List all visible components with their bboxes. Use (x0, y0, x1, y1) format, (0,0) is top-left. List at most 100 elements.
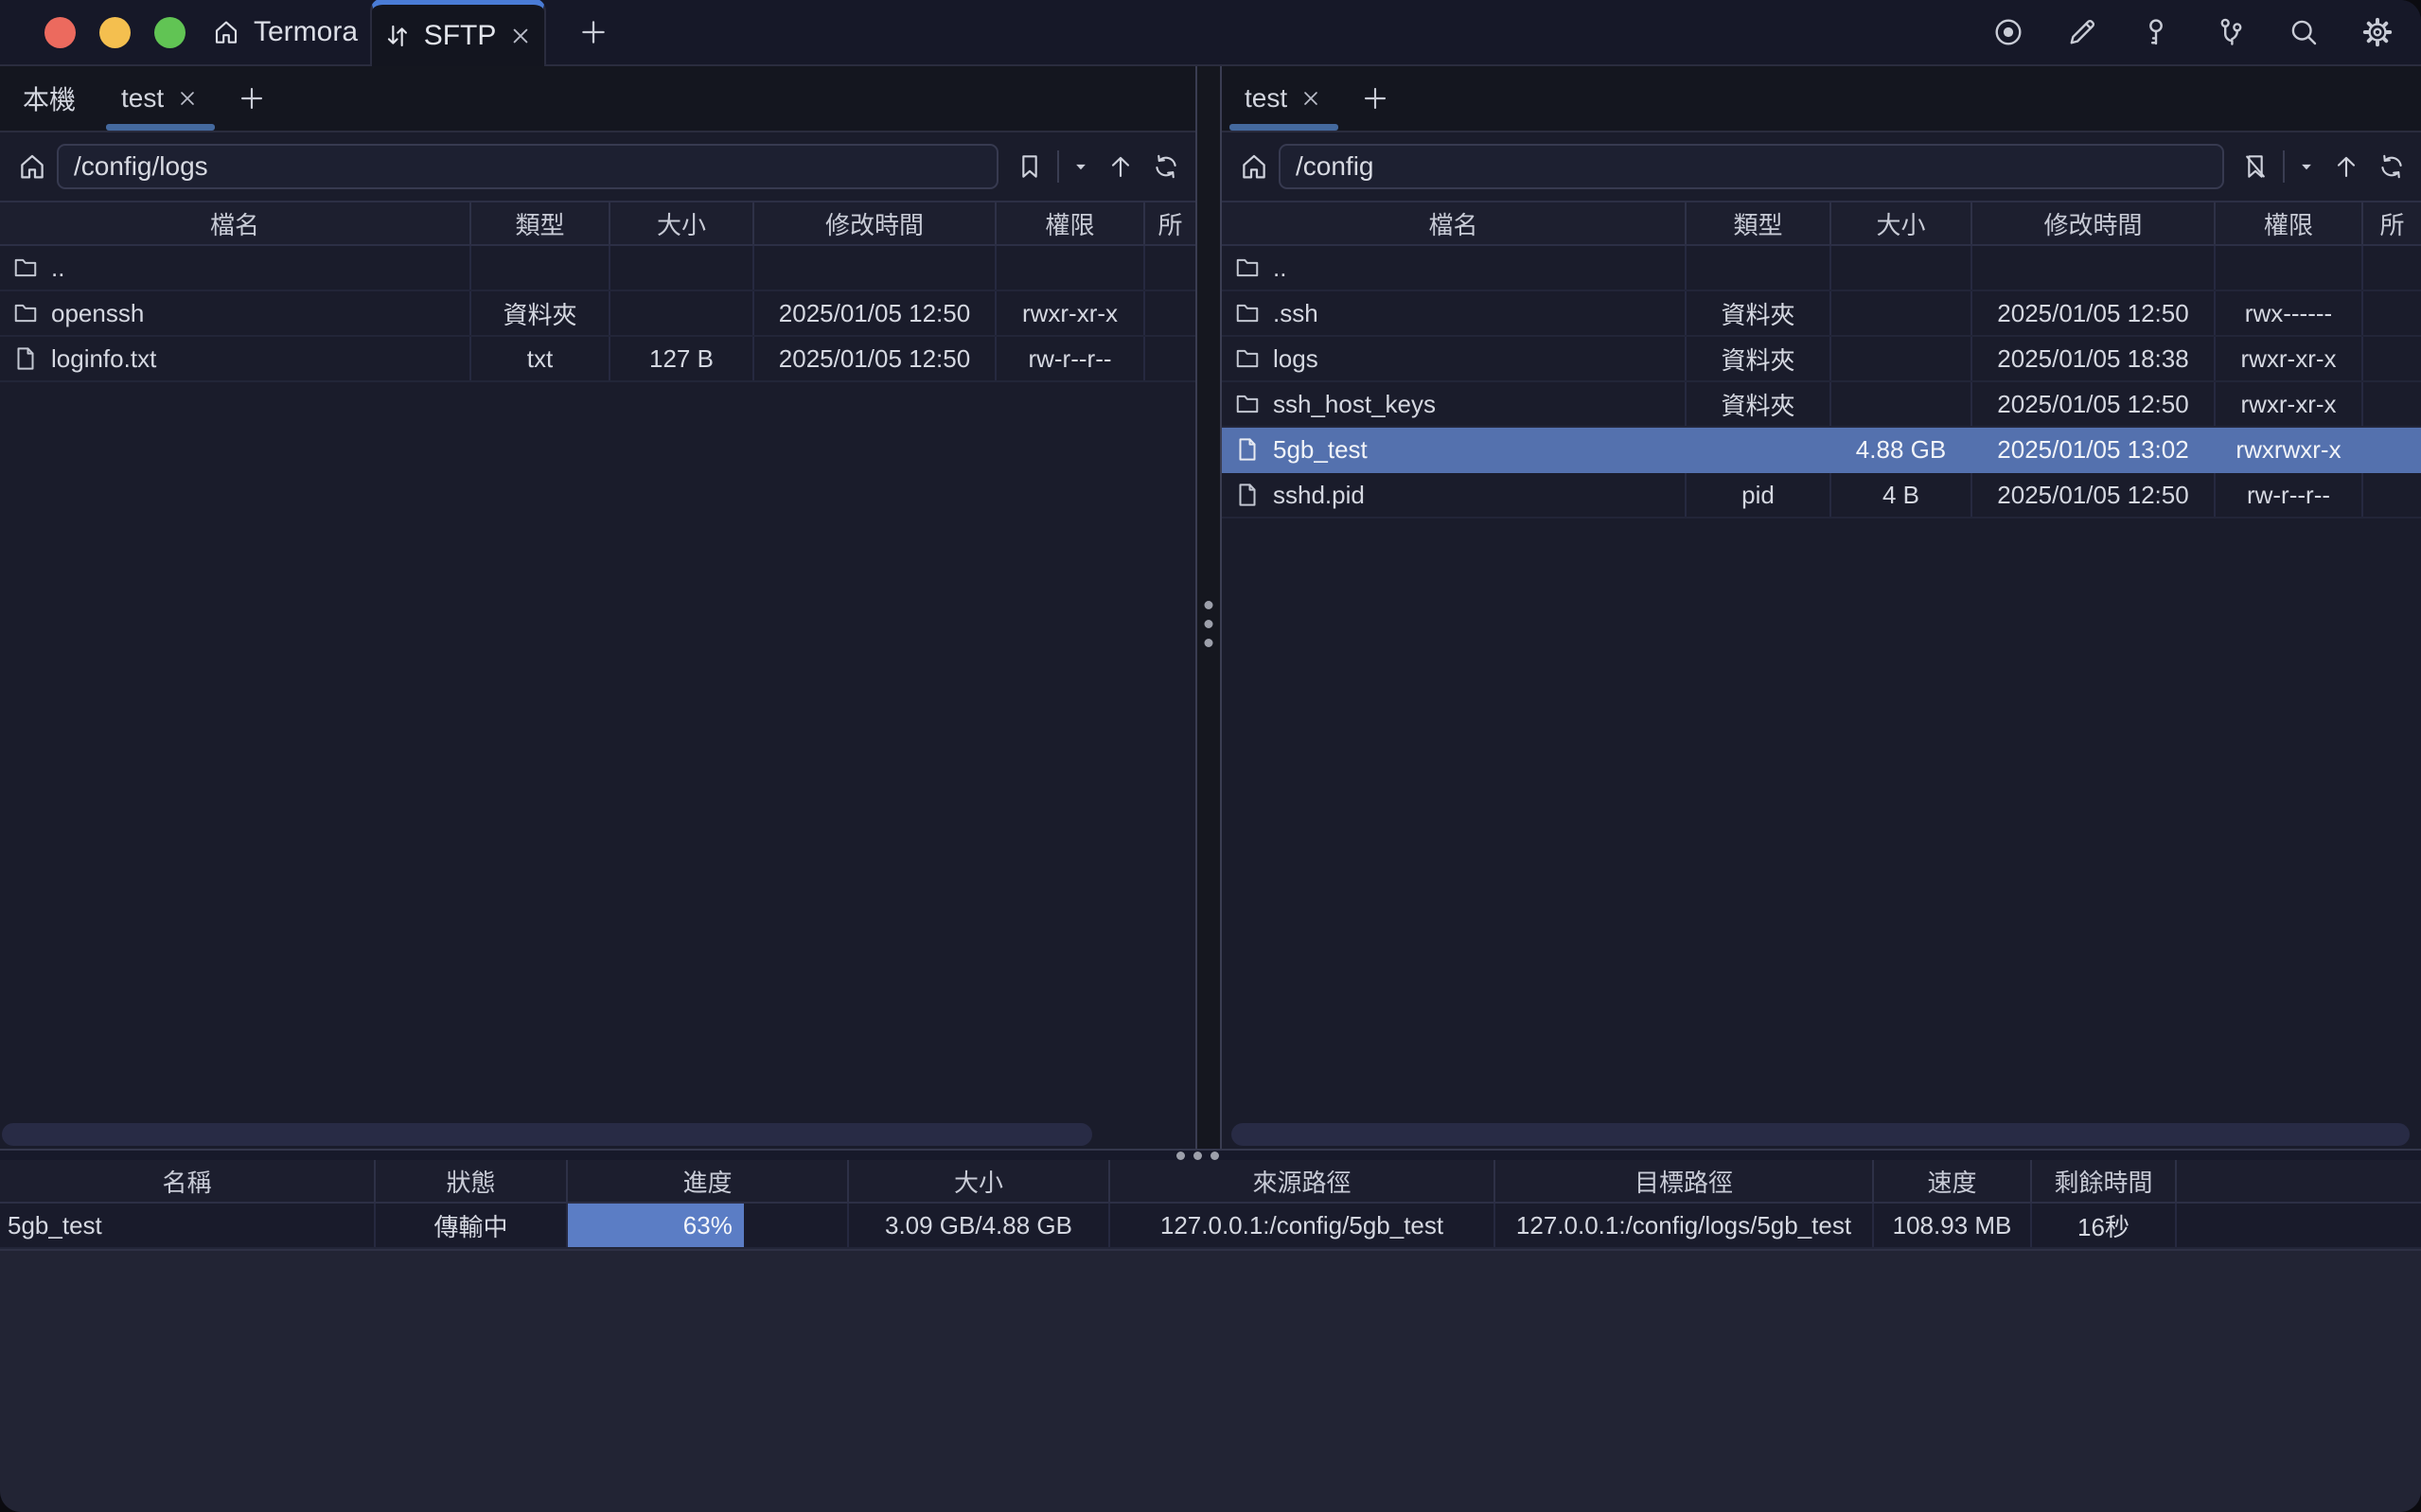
type-cell: 資料夾 (471, 291, 610, 335)
cell-text: 2025/01/05 18:38 (1997, 344, 2188, 374)
left-path-input[interactable] (57, 144, 998, 189)
app-home-tab[interactable]: Termora (211, 16, 358, 48)
bookmark-icon (1015, 151, 1045, 182)
cell-text: 4.88 GB (1856, 435, 1946, 465)
arrow-up-icon (1105, 151, 1136, 182)
key-manager-button[interactable] (2129, 6, 2182, 59)
progress-bar: 63% (568, 1204, 744, 1247)
column-header-1[interactable]: 狀態 (376, 1160, 568, 1202)
right-refresh-button[interactable] (2370, 145, 2413, 188)
permissions-cell (997, 246, 1145, 290)
modified-cell: 2025/01/05 12:50 (1972, 382, 2216, 426)
column-header-0[interactable]: 名稱 (0, 1160, 376, 1202)
cell-text: 傳輸中 (433, 1208, 507, 1243)
right-tab-test[interactable]: test (1222, 66, 1346, 131)
column-header-1[interactable]: 類型 (471, 202, 610, 244)
column-header-5[interactable]: 目標路徑 (1495, 1160, 1874, 1202)
bottom-empty-area (0, 1249, 2421, 1512)
right-add-tab-button[interactable] (1352, 66, 1399, 131)
column-header-4[interactable]: 來源路徑 (1110, 1160, 1495, 1202)
record-button[interactable] (1982, 6, 2035, 59)
left-parent-dir-button[interactable] (1099, 145, 1142, 188)
left-refresh-button[interactable] (1144, 145, 1188, 188)
left-bookmark-button[interactable] (1008, 145, 1051, 188)
left-add-tab-button[interactable] (228, 66, 275, 131)
pane-splitter[interactable] (1195, 66, 1222, 1149)
file-row-..[interactable]: .. (1222, 246, 2421, 291)
right-path-input[interactable] (1279, 144, 2224, 189)
left-scrollbar-thumb[interactable] (2, 1123, 1092, 1146)
column-header-0[interactable]: 檔名 (1222, 202, 1687, 244)
column-header-4[interactable]: 權限 (2216, 202, 2363, 244)
filename-cell: loginfo.txt (0, 337, 471, 380)
edit-button[interactable] (2056, 6, 2109, 59)
column-header-6[interactable]: 速度 (1874, 1160, 2032, 1202)
right-tab-close-icon[interactable] (1299, 86, 1323, 111)
left-tab-local[interactable]: 本機 (0, 66, 98, 131)
cell-text: 修改時間 (825, 206, 924, 241)
file-row-openssh[interactable]: openssh資料夾2025/01/05 12:50rwxr-xr-x (0, 291, 1195, 337)
owner-cell (2363, 246, 2421, 290)
divider (1057, 150, 1059, 183)
column-header-5[interactable]: 所 (2363, 202, 2421, 244)
left-bookmark-dropdown-button[interactable] (1065, 145, 1097, 188)
column-header-3[interactable]: 修改時間 (754, 202, 997, 244)
column-header-2[interactable]: 大小 (1831, 202, 1972, 244)
type-cell: pid (1687, 473, 1831, 517)
cell-text: rw-r--r-- (1028, 344, 1111, 374)
search-button[interactable] (2277, 6, 2330, 59)
left-tab-test-label: test (121, 83, 164, 114)
right-bookmark-dropdown-button[interactable] (2290, 145, 2323, 188)
column-header-2[interactable]: 進度 (568, 1160, 849, 1202)
column-header-3[interactable]: 大小 (849, 1160, 1110, 1202)
file-row-5gb_test[interactable]: 5gb_test4.88 GB2025/01/05 13:02rwxrwxr-x (1222, 428, 2421, 473)
file-row-loginfo.txt[interactable]: loginfo.txttxt127 B2025/01/05 12:50rw-r-… (0, 337, 1195, 382)
cell-text: 剩餘時間 (2054, 1164, 2152, 1199)
settings-button[interactable] (2351, 6, 2404, 59)
column-header-3[interactable]: 修改時間 (1972, 202, 2216, 244)
keychain-button[interactable] (2203, 6, 2256, 59)
right-parent-dir-button[interactable] (2324, 145, 2368, 188)
close-window-button[interactable] (44, 17, 76, 48)
chevron-down-icon (2294, 154, 2319, 179)
cell-text: 速度 (1927, 1164, 1976, 1199)
transfer-panel-splitter[interactable] (0, 1149, 2421, 1160)
zoom-window-button[interactable] (154, 17, 186, 48)
owner-cell (1145, 246, 1195, 290)
tab-sftp[interactable]: SFTP (370, 0, 546, 66)
file-row-logs[interactable]: logs資料夾2025/01/05 18:38rwxr-xr-x (1222, 337, 2421, 382)
column-header-2[interactable]: 大小 (610, 202, 754, 244)
right-file-table: 檔名類型大小修改時間權限所 ...ssh資料夾2025/01/05 12:50r… (1222, 201, 2421, 1149)
file-row-..[interactable]: .. (0, 246, 1195, 291)
column-header-0[interactable]: 檔名 (0, 202, 471, 244)
column-header-7[interactable]: 剩餘時間 (2032, 1160, 2177, 1202)
transfer-table-header: 名稱狀態進度大小來源路徑目標路徑 速度 剩餘時間 (0, 1160, 2421, 1204)
right-bookmark-button[interactable] (2234, 145, 2277, 188)
permissions-cell: rwxr-xr-x (2216, 337, 2363, 380)
transfer-row-5gb_test[interactable]: 5gb_test傳輸中63%3.09 GB/4.88 GB127.0.0.1:/… (0, 1204, 2421, 1249)
file-row-.ssh[interactable]: .ssh資料夾2025/01/05 12:50rwx------ (1222, 291, 2421, 337)
owner-cell (2363, 473, 2421, 517)
file-row-ssh_host_keys[interactable]: ssh_host_keys資料夾2025/01/05 12:50rwxr-xr-… (1222, 382, 2421, 428)
size-cell (1831, 291, 1972, 335)
modified-cell: 2025/01/05 13:02 (1972, 428, 2216, 471)
modified-cell: 2025/01/05 18:38 (1972, 337, 2216, 380)
column-header-4[interactable]: 權限 (997, 202, 1145, 244)
column-header-5[interactable]: 所 (1145, 202, 1195, 244)
left-home-button[interactable] (8, 142, 57, 191)
right-scrollbar-thumb[interactable] (1231, 1123, 2410, 1146)
minimize-window-button[interactable] (99, 17, 131, 48)
column-header-8[interactable] (2177, 1160, 2421, 1202)
left-tab-close-icon[interactable] (175, 86, 200, 111)
tab-close-icon[interactable] (507, 23, 534, 49)
arrow-up-icon (2331, 151, 2361, 182)
file-row-sshd.pid[interactable]: sshd.pidpid4 B2025/01/05 12:50rw-r--r-- (1222, 473, 2421, 519)
new-tab-button[interactable] (567, 6, 620, 59)
left-tab-test[interactable]: test (98, 66, 222, 131)
cell-text: 5gb_test (8, 1211, 102, 1240)
chevron-down-icon (1069, 154, 1093, 179)
cell-text: 2025/01/05 13:02 (1997, 435, 2188, 465)
right-home-button[interactable] (1229, 142, 1279, 191)
column-header-1[interactable]: 類型 (1687, 202, 1831, 244)
cell-text: openssh (51, 299, 144, 328)
